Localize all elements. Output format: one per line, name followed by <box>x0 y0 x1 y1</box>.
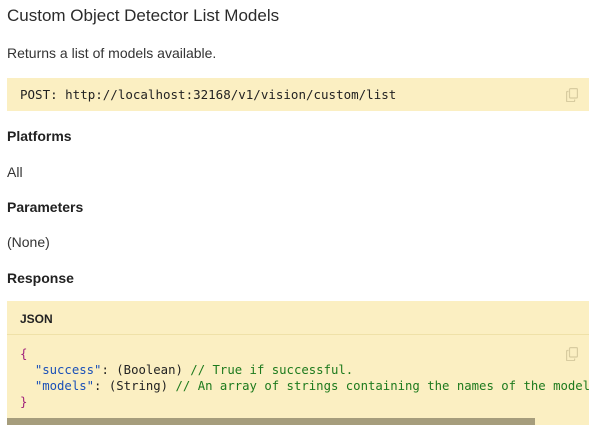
code-type: (String) <box>108 379 169 393</box>
code-open-brace: { <box>20 347 28 361</box>
platforms-value: All <box>7 164 23 180</box>
parameters-value: (None) <box>7 234 50 250</box>
page-title: Custom Object Detector List Models <box>7 6 280 25</box>
code-separator: : <box>94 379 109 393</box>
response-heading: Response <box>7 270 74 286</box>
code-line: "success": (Boolean) // True if successf… <box>35 363 353 377</box>
horizontal-scrollbar[interactable] <box>7 418 535 425</box>
response-code-block: JSON { "success": (Boolean) // True if s… <box>7 301 589 425</box>
code-type: (Boolean) <box>116 363 183 377</box>
code-separator: : <box>101 363 117 377</box>
platforms-heading: Platforms <box>7 128 72 144</box>
code-language-label: JSON <box>20 312 53 326</box>
endpoint-url: POST: http://localhost:32168/v1/vision/c… <box>20 87 397 102</box>
code-comment: // An array of strings containing the na… <box>168 379 589 393</box>
parameters-heading: Parameters <box>7 199 84 215</box>
copy-icon[interactable] <box>566 88 578 102</box>
code-close-brace: } <box>20 395 28 409</box>
code-line: "models": (String) // An array of string… <box>35 379 589 393</box>
code-comment: // True if successful. <box>182 363 354 377</box>
response-code: { "success": (Boolean) // True if succes… <box>20 346 589 410</box>
code-key: "success" <box>34 363 102 377</box>
code-key: "models" <box>34 379 95 393</box>
endpoint-code-block: POST: http://localhost:32168/v1/vision/c… <box>7 78 589 111</box>
code-language-header: JSON <box>7 301 589 335</box>
page-description: Returns a list of models available. <box>7 45 217 61</box>
